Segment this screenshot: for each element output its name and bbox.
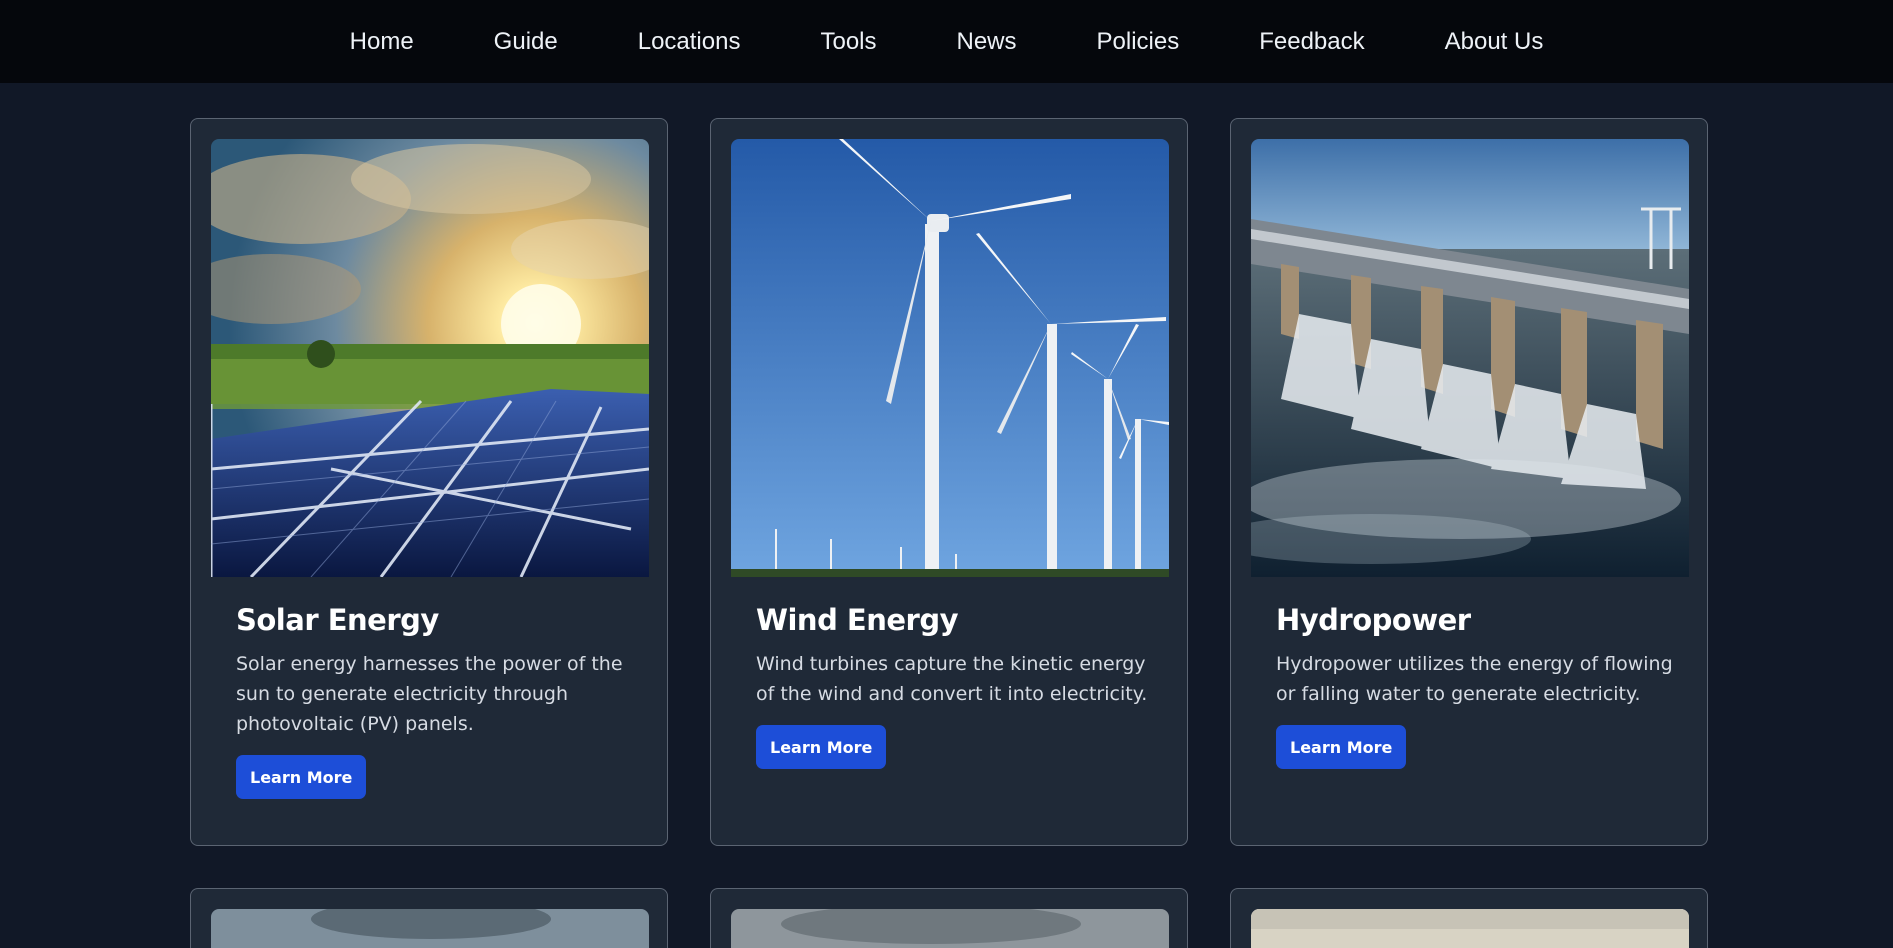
- nav-item-policies[interactable]: Policies: [1057, 0, 1220, 83]
- solar-panels-image: [211, 139, 649, 577]
- card-description: Wind turbines capture the kinetic energy…: [756, 653, 1148, 705]
- hydropower-dam-image: [1251, 139, 1689, 577]
- nav-item-news[interactable]: News: [917, 0, 1057, 83]
- card-solar-energy: Solar Energy Solar energy harnesses the …: [190, 118, 668, 846]
- card-body: Wind Energy Wind turbines capture the ki…: [756, 603, 1156, 769]
- learn-more-button[interactable]: Learn More: [236, 755, 367, 799]
- card-wind-energy: Wind Energy Wind turbines capture the ki…: [710, 118, 1188, 846]
- card-row2-3: [1230, 888, 1708, 948]
- card-description: Hydropower utilizes the energy of flowin…: [1276, 653, 1673, 705]
- card-body: Solar Energy Solar energy harnesses the …: [236, 603, 636, 799]
- card-row2-1: [190, 888, 668, 948]
- card-title: Wind Energy: [756, 603, 959, 637]
- nav-item-guide[interactable]: Guide: [454, 0, 598, 83]
- learn-more-button[interactable]: Learn More: [756, 725, 887, 769]
- card-hydropower: Hydropower Hydropower utilizes the energ…: [1230, 118, 1708, 846]
- nav-list: Home Guide Locations Tools News Policies…: [310, 0, 1584, 83]
- card-body: Hydropower Hydropower utilizes the energ…: [1276, 603, 1676, 769]
- card-title: Hydropower: [1276, 603, 1471, 637]
- learn-more-button[interactable]: Learn More: [1276, 725, 1407, 769]
- top-navigation: Home Guide Locations Tools News Policies…: [0, 0, 1893, 83]
- nav-item-feedback[interactable]: Feedback: [1219, 0, 1404, 83]
- card-row2-2: [710, 888, 1188, 948]
- wind-turbines-image: [731, 139, 1169, 577]
- card-description: Solar energy harnesses the power of the …: [236, 653, 623, 735]
- nav-item-tools[interactable]: Tools: [780, 0, 916, 83]
- card-title: Solar Energy: [236, 603, 439, 637]
- nav-item-locations[interactable]: Locations: [598, 0, 781, 83]
- nav-item-home[interactable]: Home: [310, 0, 454, 83]
- nav-item-about-us[interactable]: About Us: [1405, 0, 1584, 83]
